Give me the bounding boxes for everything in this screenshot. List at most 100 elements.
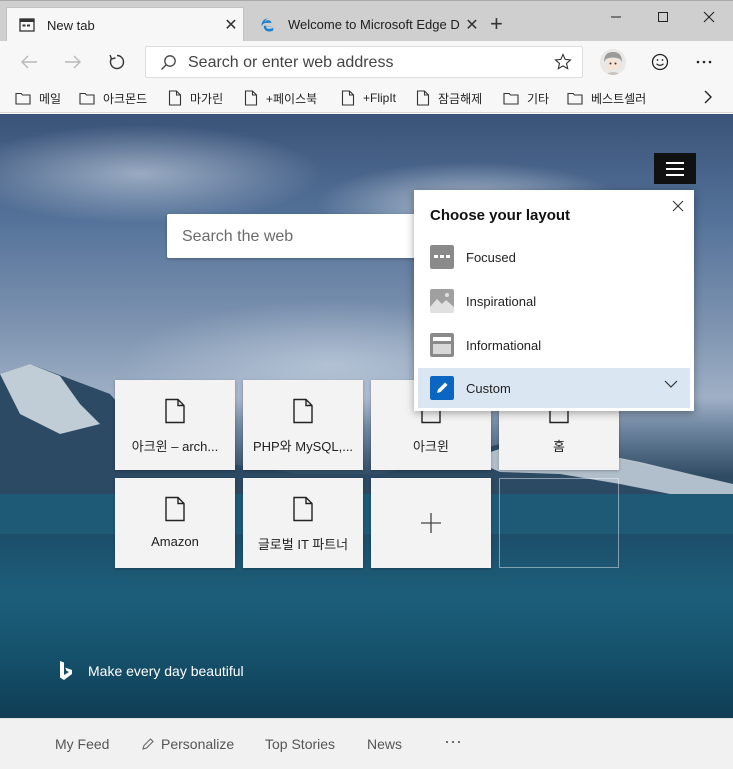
- tab-welcome[interactable]: Welcome to Microsoft Edge Dev ✕: [248, 7, 484, 42]
- chevron-right-icon: [704, 90, 712, 104]
- toolbar: [0, 41, 733, 83]
- favorite-item[interactable]: +페이스북: [244, 88, 317, 108]
- tile-label: 홈: [553, 439, 565, 454]
- tile-label: PHP와 MySQL,...: [252, 439, 354, 454]
- maximize-icon[interactable]: [640, 5, 686, 29]
- option-label: Inspirational: [466, 293, 537, 309]
- web-search-input[interactable]: [182, 226, 412, 248]
- new-tab-button[interactable]: +: [490, 11, 503, 37]
- tab-new-tab[interactable]: New tab ✕: [6, 7, 244, 42]
- back-arrow-icon: [21, 55, 37, 69]
- folder-icon: [79, 92, 95, 105]
- inspirational-layout-icon: [430, 289, 454, 313]
- avatar-icon: [600, 49, 626, 75]
- minimize-icon[interactable]: [593, 5, 639, 29]
- favorites-overflow-button[interactable]: [703, 90, 713, 109]
- close-window-icon[interactable]: [686, 5, 732, 29]
- favorite-star-icon[interactable]: [554, 53, 572, 71]
- popup-title: Choose your layout: [430, 207, 571, 224]
- quick-link-tile[interactable]: 글로벌 IT 파트너: [243, 478, 363, 568]
- refresh-icon: [109, 54, 125, 70]
- address-input[interactable]: [188, 52, 548, 74]
- address-bar[interactable]: [145, 46, 583, 78]
- tab-title: New tab: [47, 17, 95, 33]
- favorite-label: 기타: [527, 91, 550, 106]
- favorite-label: 베스트셀러: [591, 91, 647, 106]
- tile-label: 아크윈 – arch...: [131, 439, 219, 454]
- page-icon: [293, 496, 313, 522]
- feed-footer: My Feed Personalize Top Stories News ···: [0, 718, 733, 769]
- quick-link-tile[interactable]: 아크윈 – arch...: [115, 380, 235, 470]
- back-button[interactable]: [14, 49, 44, 75]
- page-icon: [168, 90, 182, 106]
- favorite-label: +페이스북: [266, 91, 318, 106]
- focused-layout-icon: [430, 245, 454, 269]
- page-icon: [165, 496, 185, 522]
- bing-caption[interactable]: Make every day beautiful: [58, 660, 244, 682]
- plus-icon: [421, 513, 441, 533]
- favorite-item[interactable]: 메일: [15, 88, 61, 108]
- favorite-item[interactable]: 아크몬드: [79, 88, 147, 108]
- favorite-item[interactable]: 베스트셀러: [567, 88, 646, 108]
- footer-personalize[interactable]: Personalize: [141, 736, 234, 752]
- favorite-label: 잠금해제: [438, 91, 483, 106]
- page-menu-button[interactable]: [654, 153, 696, 184]
- tab-close-icon[interactable]: ✕: [219, 15, 243, 35]
- layout-option-custom[interactable]: Custom: [418, 368, 690, 408]
- folder-icon: [567, 92, 583, 105]
- forward-arrow-icon: [65, 55, 81, 69]
- web-search-box[interactable]: [167, 214, 427, 258]
- tile-label: 글로벌 IT 파트너: [257, 537, 349, 552]
- footer-top-stories[interactable]: Top Stories: [265, 736, 335, 752]
- chevron-down-icon[interactable]: [664, 380, 678, 389]
- favorites-bar: 메일 아크몬드 마가린 +페이스북 +FlipIt 잠금해제 기타 베스트셀러: [0, 83, 733, 113]
- bing-logo-icon: [60, 661, 72, 680]
- layout-option-focused[interactable]: Focused: [418, 237, 690, 277]
- profile-avatar[interactable]: [600, 49, 626, 75]
- layout-option-informational[interactable]: Informational: [418, 325, 690, 365]
- edge-icon: [261, 18, 275, 32]
- empty-tile-slot: [499, 478, 619, 568]
- option-label: Focused: [466, 249, 516, 265]
- page-icon: [416, 90, 430, 106]
- forward-button[interactable]: [58, 49, 88, 75]
- settings-more-button[interactable]: [689, 49, 719, 75]
- footer-personalize-label: Personalize: [161, 736, 235, 752]
- footer-more-icon[interactable]: ···: [444, 731, 462, 752]
- tile-label: Amazon: [151, 534, 199, 549]
- option-label: Informational: [466, 337, 542, 353]
- smiley-icon: [651, 53, 669, 71]
- folder-icon: [15, 92, 31, 105]
- footer-my-feed[interactable]: My Feed: [55, 736, 109, 752]
- tab-strip: New tab ✕ Welcome to Microsoft Edge Dev …: [0, 0, 733, 42]
- tab-close-icon[interactable]: ✕: [460, 15, 484, 35]
- footer-news[interactable]: News: [367, 736, 402, 752]
- search-icon: [161, 55, 176, 70]
- favorite-label: 메일: [39, 91, 62, 106]
- hamburger-icon: [666, 161, 684, 164]
- refresh-button[interactable]: [102, 49, 132, 75]
- page-icon: [341, 90, 355, 106]
- layout-option-inspirational[interactable]: Inspirational: [418, 281, 690, 321]
- favorite-item[interactable]: 마가린: [168, 88, 223, 108]
- feedback-button[interactable]: [645, 49, 675, 75]
- quick-link-tile[interactable]: Amazon: [115, 478, 235, 568]
- newtab-icon: [19, 18, 35, 32]
- more-dots-icon: [696, 60, 712, 64]
- favorite-item[interactable]: 기타: [503, 88, 549, 108]
- folder-icon: [503, 92, 519, 105]
- option-label: Custom: [466, 380, 511, 396]
- close-icon[interactable]: [672, 200, 684, 212]
- favorite-label: 아크몬드: [103, 91, 148, 106]
- pencil-icon: [142, 738, 154, 750]
- layout-popup: Choose your layout Focused Inspirational…: [414, 190, 694, 411]
- tab-title: Welcome to Microsoft Edge Dev: [288, 17, 460, 32]
- quick-link-tile[interactable]: PHP와 MySQL,...: [243, 380, 363, 470]
- favorite-label: +FlipIt: [363, 91, 397, 105]
- favorite-item[interactable]: +FlipIt: [341, 88, 396, 108]
- favorite-item[interactable]: 잠금해제: [416, 88, 482, 108]
- add-site-tile[interactable]: [371, 478, 491, 568]
- bing-caption-text: Make every day beautiful: [88, 663, 244, 679]
- tile-label: 아크윈: [413, 439, 449, 454]
- page-icon: [165, 398, 185, 424]
